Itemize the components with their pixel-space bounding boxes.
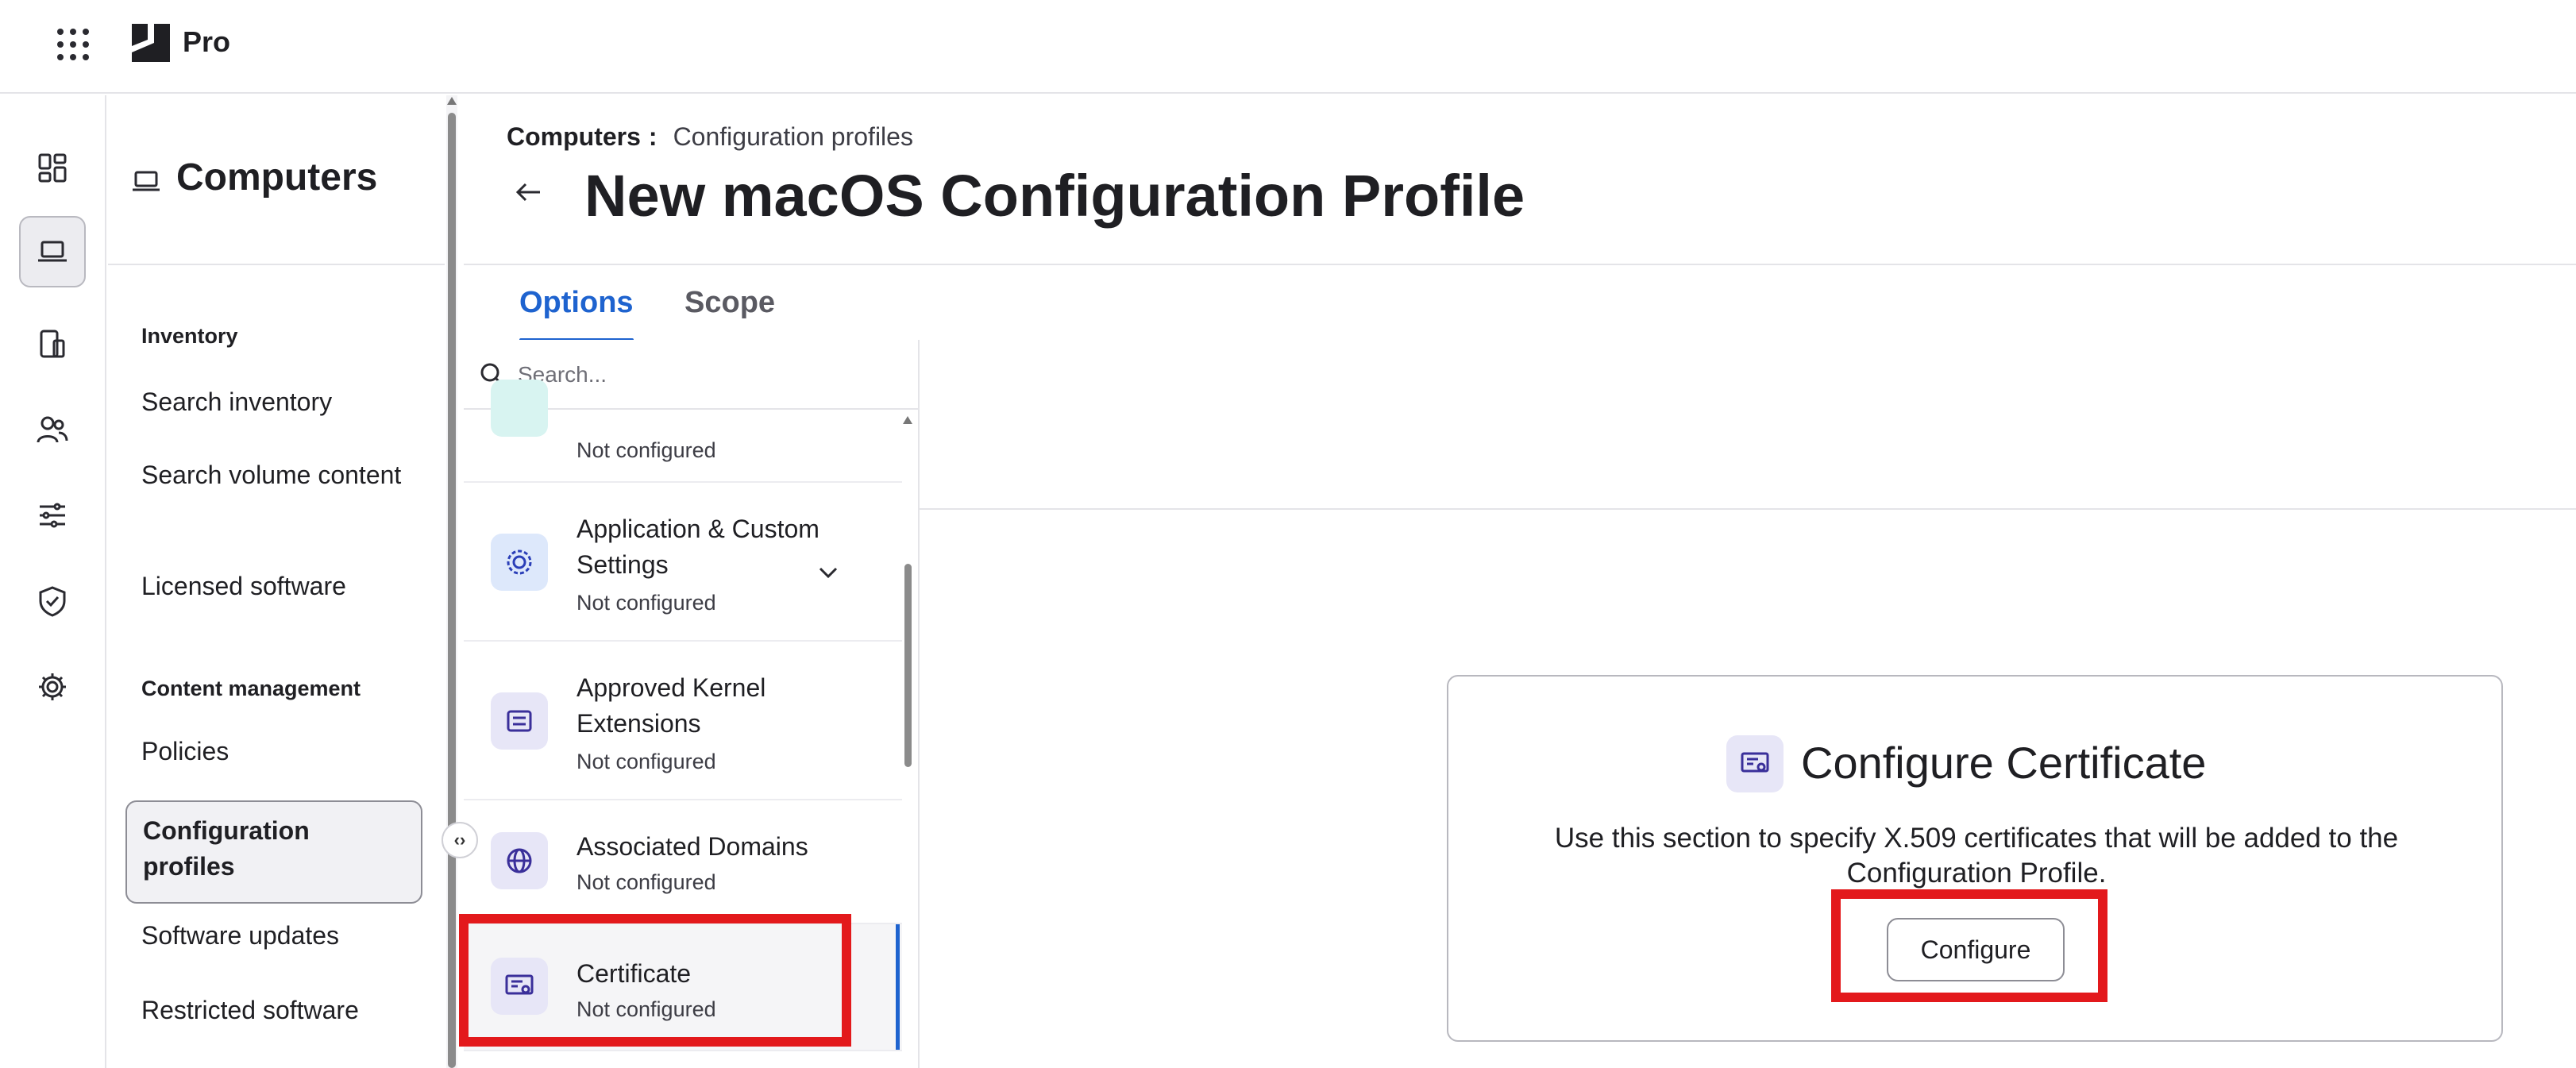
nav-item-software-updates[interactable]: Software updates	[125, 907, 422, 965]
configure-button[interactable]: Configure	[1887, 918, 2065, 981]
nav-header: Computers	[108, 95, 445, 265]
app-grid-icon[interactable]	[56, 27, 91, 62]
payload-icon	[491, 832, 548, 889]
certificate-icon	[1741, 752, 1769, 773]
payload-icon	[491, 692, 548, 750]
payload-status: Not configured	[577, 870, 716, 894]
gear-icon	[39, 673, 66, 700]
nav-section-inventory: Inventory	[141, 324, 238, 348]
users-icon	[37, 416, 68, 443]
chevron-down-icon[interactable]	[815, 559, 842, 586]
globe-icon	[507, 848, 532, 873]
nav-title: Computers	[176, 156, 378, 199]
payload-item-application-custom-settings[interactable]: Application & Custom Settings Not config…	[464, 483, 902, 642]
search-input[interactable]	[518, 353, 899, 397]
tab-options[interactable]: Options	[519, 286, 634, 341]
payload-status: Not configured	[577, 438, 716, 462]
payload-list-scrollbar-thumb[interactable]	[904, 564, 912, 767]
card-icon	[1726, 735, 1784, 792]
breadcrumb-current: Configuration profiles	[673, 122, 913, 151]
page-title: New macOS Configuration Profile	[584, 163, 1525, 229]
settings-sliders-icon	[40, 503, 65, 528]
breadcrumb: Computers: Configuration profiles	[507, 122, 913, 152]
rail-settings[interactable]	[19, 480, 86, 551]
card-title: Configure Certificate	[1801, 738, 2207, 788]
shield-icon	[39, 586, 66, 617]
icon-rail	[0, 95, 106, 1068]
nav-section-content-management: Content management	[141, 677, 361, 700]
certificate-icon	[505, 974, 534, 995]
brand-logo-icon[interactable]	[130, 22, 172, 64]
nav-item-licensed-software[interactable]: Licensed software	[125, 557, 422, 615]
cog-badge-icon	[507, 549, 532, 575]
payload-icon	[491, 380, 548, 437]
payload-status: Not configured	[577, 997, 716, 1021]
payload-list: Not configured Application & Custom Sett…	[464, 340, 920, 1068]
rail-users[interactable]	[19, 394, 86, 465]
payload-name: Application & Custom Settings	[577, 515, 819, 579]
card-description: Use this section to specify X.509 certif…	[1554, 823, 2399, 889]
laptop-icon	[38, 241, 67, 262]
nav-scrollbar-thumb[interactable]	[448, 113, 456, 1068]
scroll-up-arrow-icon[interactable]	[903, 416, 912, 424]
rail-dashboard[interactable]	[19, 132, 86, 203]
code-brackets-icon: ‹›	[453, 830, 466, 850]
brand-name: Pro	[183, 25, 231, 58]
payload-status: Not configured	[577, 591, 716, 615]
nav-item-configuration-profiles[interactable]: Configuration profiles	[125, 800, 422, 904]
mobile-devices-icon	[40, 330, 65, 358]
payload-item-cut-off[interactable]: Not configured	[464, 380, 902, 483]
nav-item-search-volume-content[interactable]: Search volume content	[125, 446, 422, 504]
nav-item-restricted-software[interactable]: Restricted software	[125, 981, 422, 1039]
rail-devices[interactable]	[19, 308, 86, 380]
chip-icon	[507, 710, 532, 732]
nav-item-search-inventory[interactable]: Search inventory	[125, 373, 422, 431]
payload-icon	[491, 534, 548, 591]
payload-name: Associated Domains	[577, 832, 808, 861]
nav-item-policies[interactable]: Policies	[125, 723, 422, 781]
payload-name: Certificate	[577, 959, 692, 988]
tab-scope[interactable]: Scope	[684, 286, 775, 320]
payload-name: Approved Kernel Extensions	[577, 673, 766, 738]
back-arrow-icon[interactable]	[511, 175, 546, 210]
laptop-icon	[133, 171, 160, 191]
collapse-sidebar-button[interactable]: ‹›	[442, 822, 478, 858]
configure-certificate-card: Configure Certificate Use this section t…	[1447, 675, 2503, 1042]
selected-indicator	[896, 924, 900, 1050]
dashboard-icon	[38, 153, 67, 183]
nav-scrollbar[interactable]	[446, 95, 457, 1068]
payload-item-approved-kernel-extensions[interactable]: Approved Kernel Extensions Not configure…	[464, 642, 902, 800]
payload-list-scrollbar[interactable]	[902, 400, 913, 1068]
left-navigation: Computers Inventory Search inventory Sea…	[108, 95, 445, 1068]
payload-item-associated-domains[interactable]: Associated Domains Not configured	[464, 800, 902, 924]
rail-gear[interactable]	[19, 651, 86, 723]
payload-status: Not configured	[577, 750, 716, 773]
payload-icon	[491, 958, 548, 1015]
rail-security[interactable]	[19, 565, 86, 637]
scroll-up-arrow-icon[interactable]	[447, 97, 457, 105]
breadcrumb-separator: :	[648, 122, 657, 151]
breadcrumb-computers[interactable]: Computers	[507, 122, 641, 151]
rail-computers[interactable]	[19, 216, 86, 287]
top-bar: Pro	[0, 0, 2576, 94]
payload-item-certificate[interactable]: Certificate Not configured	[464, 924, 902, 1051]
